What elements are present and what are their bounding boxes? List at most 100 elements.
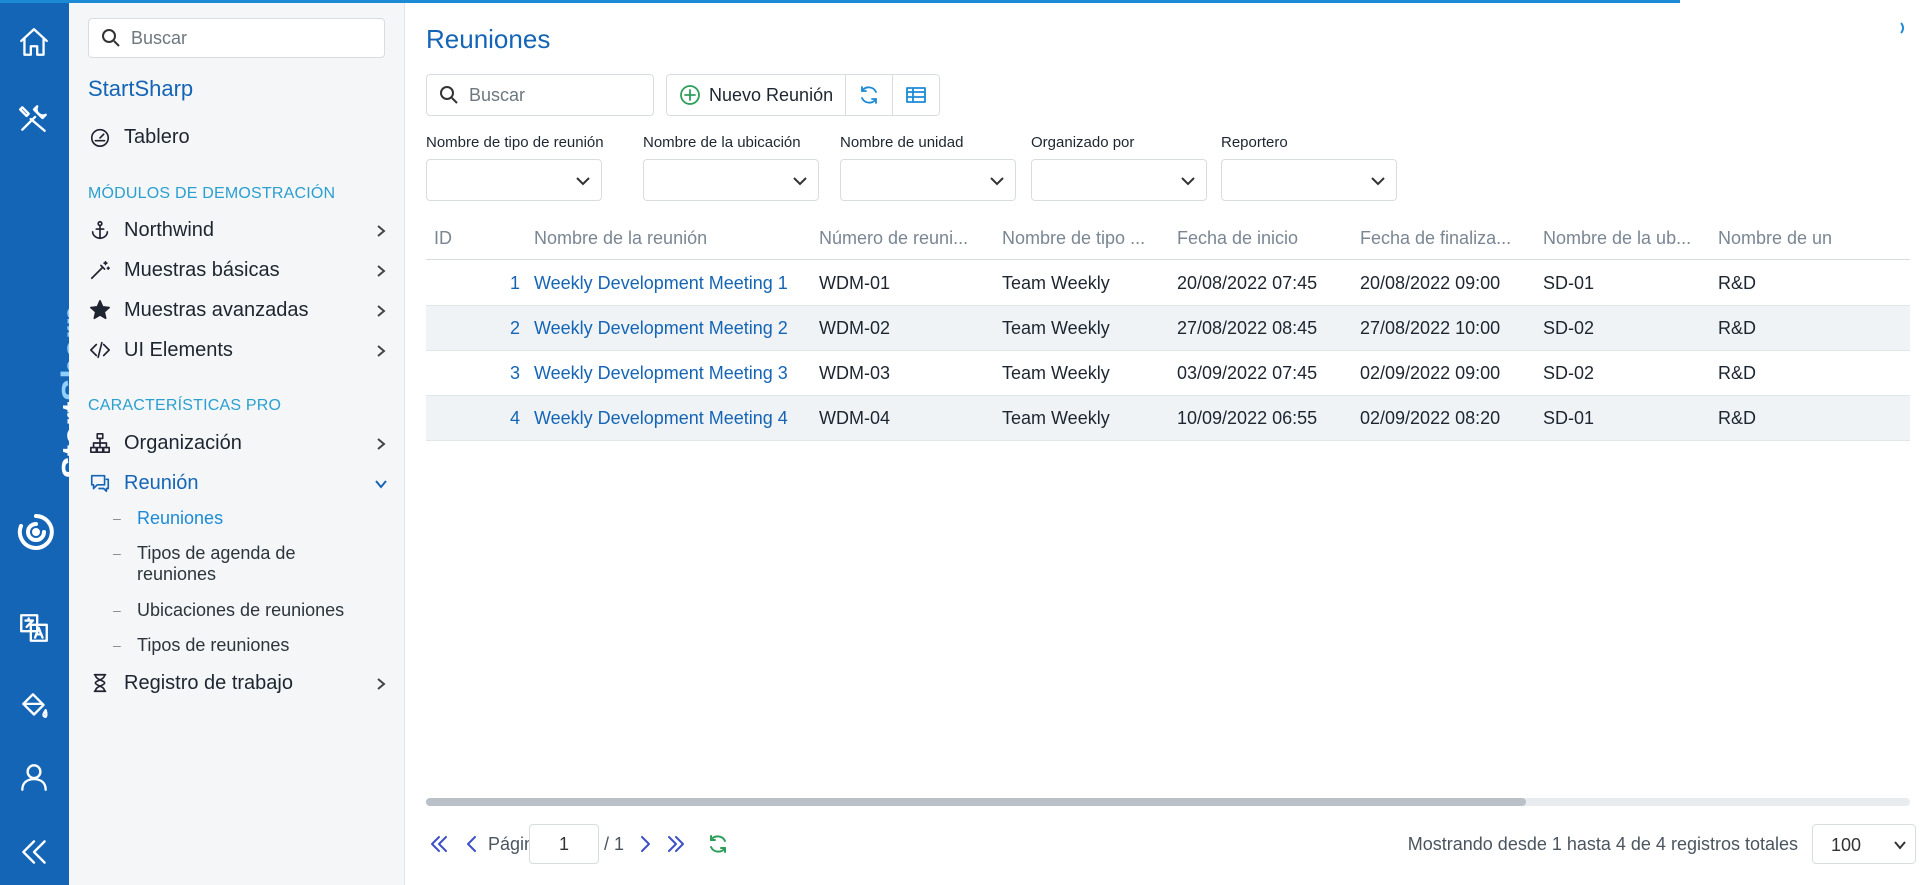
home-icon[interactable] (14, 22, 54, 62)
sidebar-subitem-locations[interactable]: – Ubicaciones de reuniones (113, 600, 393, 621)
cell-end: 20/08/2022 09:00 (1360, 273, 1501, 293)
cell-name-link[interactable]: Weekly Development Meeting 1 (534, 273, 814, 294)
user-icon[interactable] (14, 757, 54, 797)
chevron-down-icon (793, 177, 807, 186)
new-meeting-button[interactable]: Nuevo Reunión (667, 75, 847, 115)
cell-unit: R&D (1718, 318, 1757, 338)
column-header-number[interactable]: Número de reuni... (819, 228, 989, 249)
table-row[interactable]: 2 Weekly Development Meeting 2 WDM-02 Te… (426, 306, 1910, 351)
add-circle-icon (680, 85, 700, 105)
table-row[interactable]: 1 Weekly Development Meeting 1 WDM-01 Te… (426, 261, 1910, 306)
next-page-button[interactable] (632, 831, 658, 857)
cell-id: 4 (509, 408, 520, 428)
cell-location: SD-01 (1543, 408, 1595, 428)
sidebar-item-dashboard[interactable]: Tablero (88, 121, 388, 153)
filter-location: Nombre de la ubicación (643, 134, 819, 201)
grid-search[interactable] (426, 74, 654, 116)
sidebar-subitem-meeting-types[interactable]: – Tipos de reuniones (113, 635, 393, 656)
hourglass-icon (88, 671, 112, 695)
refresh-icon (710, 835, 726, 853)
search-icon (102, 29, 120, 47)
horizontal-scrollbar[interactable] (426, 798, 1910, 806)
bullet-dash-icon: – (113, 602, 121, 618)
cell-name-link[interactable]: Weekly Development Meeting 2 (534, 318, 814, 339)
filter-select[interactable] (1221, 159, 1397, 201)
table-row[interactable]: 4 Weekly Development Meeting 4 WDM-04 Te… (426, 396, 1910, 441)
sidebar-item-organization[interactable]: Organización (88, 427, 388, 459)
cell-number: WDM-04 (819, 408, 890, 428)
sidebar-subitem-agenda-types[interactable]: – Tipos de agenda de reuniones (113, 543, 393, 585)
column-header-end[interactable]: Fecha de finaliza... (1360, 228, 1530, 249)
language-icon[interactable] (14, 608, 54, 648)
last-page-button[interactable] (663, 831, 689, 857)
sidebar-item-northwind[interactable]: Northwind (88, 214, 388, 246)
sidebar-search-input[interactable] (131, 27, 371, 49)
column-header-start[interactable]: Fecha de inicio (1177, 228, 1347, 249)
filter-select[interactable] (1031, 159, 1207, 201)
column-header-id[interactable]: ID (434, 228, 494, 249)
cell-name-link[interactable]: Weekly Development Meeting 4 (534, 408, 814, 429)
cell-start: 27/08/2022 08:45 (1177, 318, 1318, 338)
collapse-icon[interactable] (14, 832, 54, 872)
filter-label: Nombre de unidad (840, 134, 964, 151)
refresh-button[interactable] (846, 75, 894, 115)
filter-select[interactable] (840, 159, 1016, 201)
bullet-dash-icon: – (113, 510, 121, 526)
page-number-input[interactable] (529, 824, 599, 864)
filter-select[interactable] (643, 159, 819, 201)
main-content: Reuniones Nuevo Reunión Nombre de tipo d… (406, 0, 1920, 885)
sidebar-item-label: Muestras básicas (124, 258, 280, 281)
column-header-type[interactable]: Nombre de tipo ... (1002, 228, 1167, 249)
bullet-dash-icon: – (113, 545, 121, 561)
new-meeting-label: Nuevo Reunión (709, 84, 834, 105)
brand-vertical-logo: StartSharp (14, 305, 94, 565)
sidebar-item-label: Northwind (124, 218, 215, 241)
sidebar-item-meeting[interactable]: Reunión (88, 467, 388, 499)
chevron-down-icon (1371, 177, 1385, 186)
anchor-icon (88, 218, 112, 242)
sidebar-item-basic-samples[interactable]: Muestras básicas (88, 254, 388, 286)
table-icon (906, 87, 926, 103)
filter-label: Nombre de la ubicación (643, 134, 801, 151)
sidebar-subitem-label: Reuniones (137, 508, 224, 528)
sidebar-search[interactable] (88, 18, 385, 58)
pager-refresh-button[interactable] (705, 831, 731, 857)
sidebar-item-worklog[interactable]: Registro de trabajo (88, 667, 388, 699)
chat-icon (88, 471, 112, 495)
sidebar-brand[interactable]: StartSharp (88, 76, 193, 102)
prev-page-button[interactable] (459, 831, 485, 857)
column-header-name[interactable]: Nombre de la reunión (534, 228, 804, 249)
chevron-right-icon (374, 263, 388, 277)
cell-start: 10/09/2022 06:55 (1177, 408, 1318, 428)
sidebar-item-ui-elements[interactable]: UI Elements (88, 334, 388, 366)
first-page-button[interactable] (426, 831, 452, 857)
scrollbar-thumb[interactable] (426, 798, 1526, 806)
cell-end: 27/08/2022 10:00 (1360, 318, 1501, 338)
code-icon (88, 338, 112, 362)
cell-number: WDM-03 (819, 363, 890, 383)
sidebar-item-advanced-samples[interactable]: Muestras avanzadas (88, 294, 388, 326)
table-row[interactable]: 3 Weekly Development Meeting 3 WDM-03 Te… (426, 351, 1910, 396)
cell-unit: R&D (1718, 408, 1757, 428)
page-size-select[interactable]: 100 (1812, 824, 1916, 864)
cell-start: 03/09/2022 07:45 (1177, 363, 1318, 383)
sidebar-subitem-label: Tipos de reuniones (137, 635, 290, 655)
refresh-icon (861, 86, 877, 104)
filter-label: Nombre de tipo de reunión (426, 134, 604, 151)
sidebar-item-label: Tablero (124, 125, 190, 148)
paint-bucket-icon[interactable] (14, 686, 54, 726)
grid-search-input[interactable] (469, 84, 649, 106)
filter-select[interactable] (426, 159, 602, 201)
column-header-location[interactable]: Nombre de la ub... (1543, 228, 1708, 249)
cell-type: Team Weekly (1002, 318, 1110, 338)
bullet-dash-icon: – (113, 637, 121, 653)
column-picker-button[interactable] (893, 75, 940, 115)
cell-type: Team Weekly (1002, 363, 1110, 383)
tools-icon[interactable] (14, 98, 54, 138)
sidebar-subitem-meetings[interactable]: – Reuniones (113, 508, 393, 529)
cell-name-link[interactable]: Weekly Development Meeting 3 (534, 363, 814, 384)
sidebar: StartSharp Tablero MÓDULOS DE DEMOSTRACI… (69, 0, 405, 885)
filter-organizer: Organizado por (1031, 134, 1207, 201)
filter-unit: Nombre de unidad (840, 134, 1016, 201)
column-header-unit[interactable]: Nombre de un (1718, 228, 1908, 249)
